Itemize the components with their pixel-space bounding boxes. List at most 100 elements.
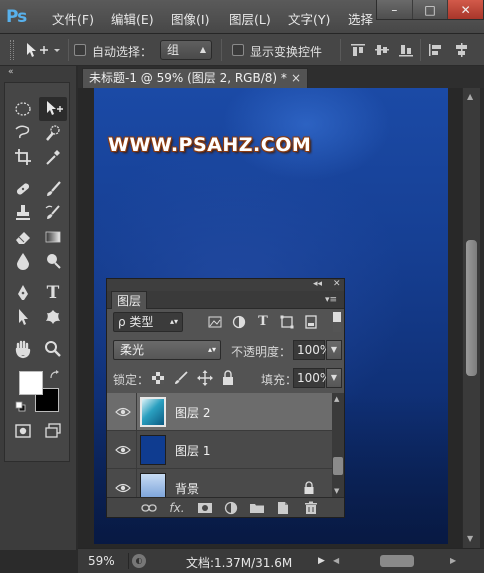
default-colors-icon[interactable]: [15, 401, 27, 413]
eyedropper-tool[interactable]: [39, 145, 67, 169]
panel-menu-icon[interactable]: ▾≡: [325, 295, 337, 305]
minimize-button[interactable]: –: [377, 0, 412, 19]
adjustment-layer-icon[interactable]: [223, 501, 239, 515]
shape-filter-icon[interactable]: [279, 314, 295, 330]
document-status-icon[interactable]: ◐: [132, 554, 146, 568]
foreground-color-swatch[interactable]: [19, 371, 43, 395]
image-filter-icon[interactable]: [207, 314, 223, 330]
layer-row-layer-2[interactable]: 图层 2: [107, 393, 332, 431]
hand-tool[interactable]: [9, 337, 37, 361]
lock-all-icon[interactable]: [221, 370, 235, 386]
healing-tool[interactable]: [9, 177, 37, 201]
layer-name[interactable]: 背景: [175, 480, 199, 497]
document-tab[interactable]: 未标题-1 @ 59% (图层 2, RGB/8) * ×: [82, 68, 308, 88]
tab-layers[interactable]: 图层: [111, 291, 147, 309]
layer-list-scrollbar[interactable]: ▲ ▼: [332, 393, 344, 497]
scroll-down-arrow-icon[interactable]: ▼: [334, 487, 339, 495]
layer-row-layer-1[interactable]: 图层 1: [107, 431, 332, 469]
trash-icon[interactable]: [303, 501, 319, 515]
layer-list-scroll-thumb[interactable]: [333, 457, 343, 475]
auto-select-checkbox[interactable]: [74, 44, 86, 56]
blur-tool[interactable]: [9, 249, 37, 273]
new-layer-icon[interactable]: [275, 501, 291, 515]
menu-image[interactable]: 图像(I): [171, 9, 209, 28]
quick-select-tool[interactable]: [39, 121, 67, 145]
move-tool[interactable]: [39, 97, 67, 121]
layer-name[interactable]: 图层 2: [175, 404, 210, 421]
scroll-down-arrow-icon[interactable]: ▼: [467, 534, 473, 543]
eye-icon[interactable]: [115, 481, 131, 495]
eye-icon[interactable]: [115, 405, 131, 419]
scroll-left-arrow-icon[interactable]: ◀: [333, 556, 339, 565]
crop-tool[interactable]: [9, 145, 37, 169]
smart-object-filter-icon[interactable]: [303, 314, 319, 330]
menu-type[interactable]: 文字(Y): [288, 9, 330, 28]
lock-image-pixels-icon[interactable]: [173, 371, 189, 385]
filter-toggle-switch[interactable]: [333, 312, 341, 332]
toolbox-collapse-button[interactable]: «: [8, 67, 14, 77]
maximize-button[interactable]: □: [411, 0, 448, 19]
scroll-up-arrow-icon[interactable]: ▲: [467, 92, 473, 101]
menu-layer[interactable]: 图层(L): [229, 9, 271, 28]
fill-dropdown-button[interactable]: ▼: [326, 368, 342, 388]
auto-select-target-select[interactable]: 组 ▲: [160, 40, 212, 60]
layer-thumbnail: [140, 397, 166, 427]
close-panel-icon[interactable]: ✕: [333, 279, 341, 289]
type-filter-icon[interactable]: T: [255, 314, 271, 330]
zoom-level[interactable]: 59%: [88, 554, 115, 568]
align-left-icon[interactable]: [428, 43, 444, 57]
group-folder-icon[interactable]: [249, 501, 265, 515]
fx-icon[interactable]: fx.: [169, 501, 185, 515]
lock-transparent-pixels-icon[interactable]: [151, 371, 165, 385]
scroll-up-arrow-icon[interactable]: ▲: [334, 395, 339, 403]
show-transform-checkbox[interactable]: [232, 44, 244, 56]
layer-filter-select[interactable]: ρ 类型 ▴▾: [113, 312, 183, 332]
close-window-button[interactable]: ✕: [447, 0, 484, 19]
marquee-tool[interactable]: [9, 97, 37, 121]
fill-input[interactable]: 100%: [293, 368, 331, 388]
hand-icon: [15, 340, 31, 359]
menu-file[interactable]: 文件(F): [52, 9, 94, 28]
tool-preset-picker[interactable]: [24, 41, 64, 59]
align-hcenter-icon[interactable]: [454, 43, 470, 57]
screen-mode-button[interactable]: [39, 419, 67, 443]
align-bottom-icon[interactable]: [398, 43, 414, 57]
eraser-tool[interactable]: [9, 225, 37, 249]
mask-icon[interactable]: [197, 501, 213, 515]
shape-tool[interactable]: [39, 305, 67, 329]
align-top-icon[interactable]: [350, 43, 366, 57]
close-document-button[interactable]: ×: [291, 69, 301, 88]
brush-tool[interactable]: [39, 177, 67, 201]
pen-tool[interactable]: [9, 281, 37, 305]
options-grip[interactable]: [10, 40, 14, 60]
type-tool[interactable]: T: [39, 281, 67, 305]
path-select-tool[interactable]: [9, 305, 37, 329]
layer-name[interactable]: 图层 1: [175, 442, 210, 459]
layers-panel-titlebar[interactable]: ◂◂ ✕: [107, 279, 344, 291]
history-brush-tool[interactable]: [39, 201, 67, 225]
lasso-tool[interactable]: [9, 121, 37, 145]
opacity-input[interactable]: 100%: [293, 340, 331, 360]
menu-edit[interactable]: 编辑(E): [111, 9, 154, 28]
scroll-right-arrow-icon[interactable]: ▶: [450, 556, 456, 565]
vertical-scroll-thumb[interactable]: [466, 240, 477, 376]
lock-position-icon[interactable]: [197, 370, 213, 386]
vertical-scrollbar[interactable]: ▲ ▼: [462, 88, 480, 548]
eye-icon[interactable]: [115, 443, 131, 457]
stamp-tool[interactable]: [9, 201, 37, 225]
link-layers-icon[interactable]: [141, 501, 157, 515]
menu-select[interactable]: 选择: [348, 9, 373, 28]
swap-colors-icon[interactable]: [49, 369, 61, 381]
status-menu-arrow-icon[interactable]: ▶: [318, 556, 325, 566]
horizontal-scroll-thumb[interactable]: [380, 555, 414, 567]
blend-mode-select[interactable]: 柔光 ▴▾: [113, 340, 221, 360]
quick-mask-button[interactable]: [9, 419, 37, 443]
dodge-tool[interactable]: [39, 249, 67, 273]
adjustment-filter-icon[interactable]: [231, 314, 247, 330]
layer-row-background[interactable]: 背景: [107, 469, 332, 497]
align-vcenter-icon[interactable]: [374, 43, 390, 57]
opacity-dropdown-button[interactable]: ▼: [326, 340, 342, 360]
zoom-tool[interactable]: [39, 337, 67, 361]
collapse-panel-icon[interactable]: ◂◂: [313, 279, 322, 289]
gradient-tool[interactable]: [39, 225, 67, 249]
